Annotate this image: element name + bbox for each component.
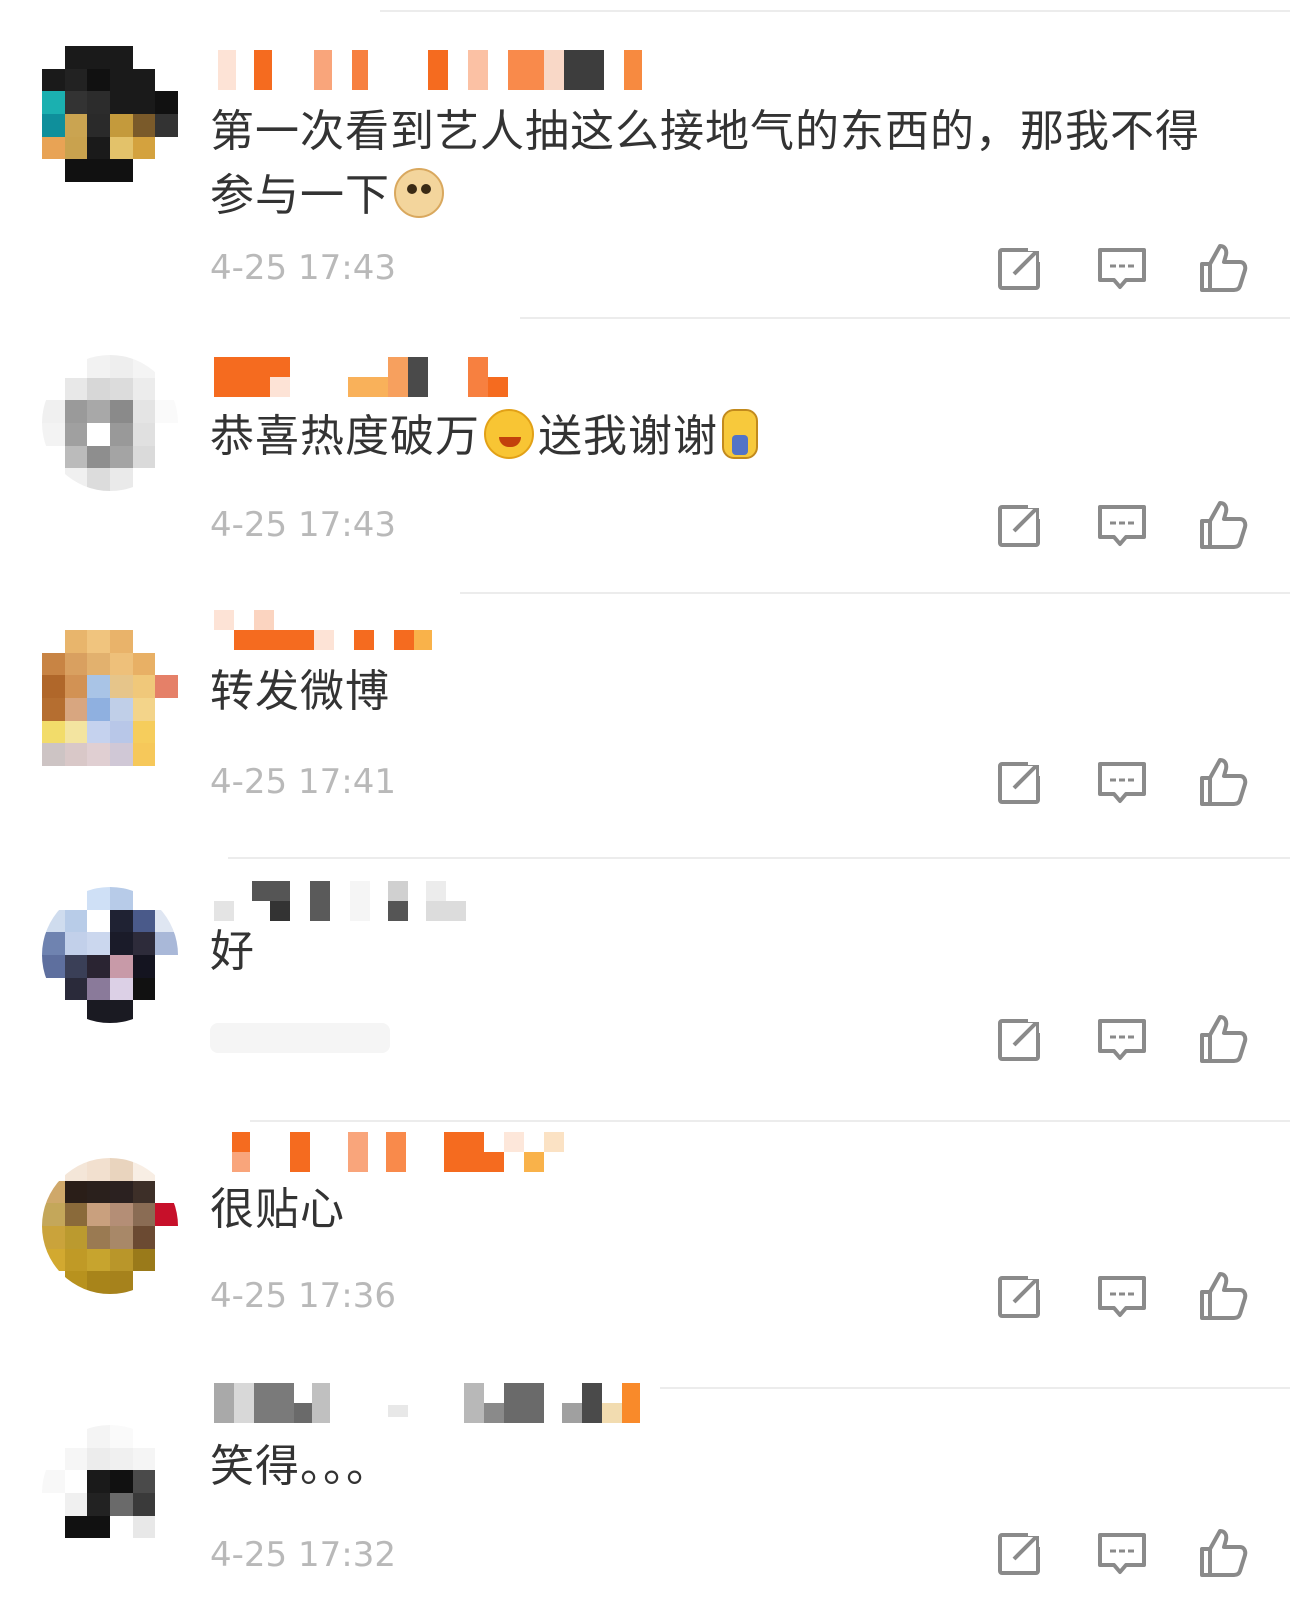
divider <box>380 10 1290 12</box>
username-redacted[interactable] <box>214 610 678 650</box>
divider <box>250 1120 1290 1122</box>
avatar[interactable] <box>42 46 178 182</box>
comment-text: 第一次看到艺人抽这么接地气的东西的，那我不得参与一下 <box>210 106 1200 221</box>
thumbs-up-icon[interactable] <box>1194 1525 1250 1581</box>
share-icon[interactable] <box>994 1011 1050 1067</box>
divider <box>460 592 1290 594</box>
divider <box>520 317 1290 319</box>
comment-actions <box>994 1268 1264 1324</box>
comment-time: 4-25 17:32 <box>210 1535 396 1575</box>
avatar[interactable] <box>42 1425 178 1561</box>
divider <box>660 1387 1290 1389</box>
doge-emoji-icon <box>394 168 444 218</box>
comment-text: 恭喜热度破万 送我谢谢 <box>210 405 1220 469</box>
username-redacted[interactable] <box>214 1383 658 1423</box>
comment-item: 好 <box>0 795 1290 1063</box>
thumbs-up-icon[interactable] <box>1194 1268 1250 1324</box>
avatar[interactable] <box>42 1158 178 1294</box>
avatar[interactable] <box>42 630 178 766</box>
comment-text: 很贴心 <box>210 1184 345 1235</box>
share-icon[interactable] <box>994 1525 1050 1581</box>
comment-time-redacted <box>210 1023 390 1053</box>
divider <box>228 857 1290 859</box>
avatar[interactable] <box>42 355 178 491</box>
comment-item: 很贴心 4-25 17:36 <box>0 1060 1290 1325</box>
comment-icon[interactable] <box>1094 1525 1150 1581</box>
comment-icon[interactable] <box>1094 1011 1150 1067</box>
comment-text: 好 <box>210 926 255 977</box>
comment-icon[interactable] <box>1094 1268 1150 1324</box>
username-redacted[interactable] <box>214 881 678 921</box>
share-icon[interactable] <box>994 1268 1050 1324</box>
comment-item: 笑得。。。 4-25 17:32 <box>0 1325 1290 1590</box>
comment-actions <box>994 1525 1264 1581</box>
comment-item: 转发微博 4-25 17:41 <box>0 530 1290 806</box>
hug-emoji-icon <box>484 409 534 459</box>
comment-text: 转发微博 <box>210 666 390 717</box>
comment-time: 4-25 17:36 <box>210 1276 396 1316</box>
avatar[interactable] <box>42 887 178 1023</box>
bow-emoji-icon <box>722 409 758 459</box>
username-redacted[interactable] <box>214 357 678 397</box>
comment-item: 恭喜热度破万 送我谢谢 4-25 17:43 <box>0 265 1290 549</box>
username-redacted[interactable] <box>218 50 678 90</box>
comment-item: 第一次看到艺人抽这么接地气的东西的，那我不得参与一下 4-25 17:43 <box>0 0 1290 292</box>
username-redacted[interactable] <box>218 1132 678 1172</box>
comment-text: 笑得。。。 <box>210 1441 391 1492</box>
thumbs-up-icon[interactable] <box>1194 1011 1250 1067</box>
comment-actions <box>994 1011 1264 1067</box>
